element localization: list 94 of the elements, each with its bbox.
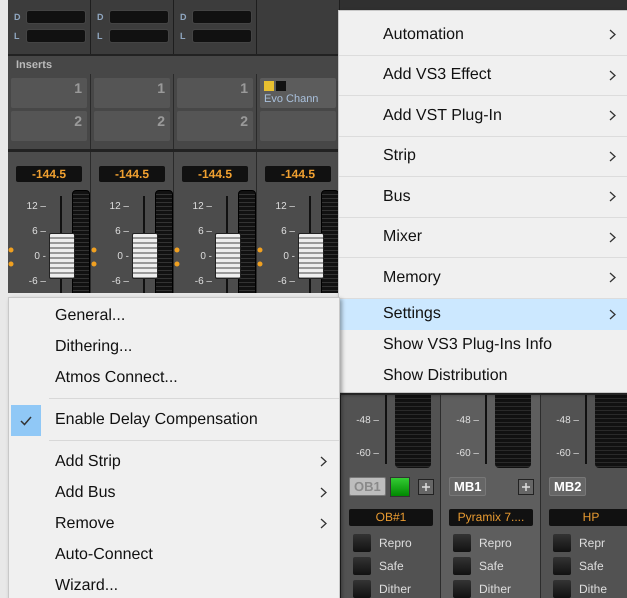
menu-item[interactable]: Enable Delay Compensation (9, 404, 339, 435)
scale-label: -6 – (194, 275, 212, 289)
scale-label: 12 – (192, 200, 212, 214)
status-indicator[interactable] (390, 476, 410, 497)
menu-item[interactable]: Dithering... (9, 331, 339, 362)
scale-label: -60 – (355, 447, 379, 461)
chevron-right-icon (609, 150, 616, 162)
chevron-right-icon (609, 308, 616, 320)
scale-label: -60 – (555, 447, 579, 461)
inserts-title: Inserts (16, 58, 52, 71)
bus-label: HP (549, 509, 627, 526)
send-label: L (97, 31, 104, 41)
plus-icon (421, 482, 431, 492)
scale-label: -48 – (555, 414, 579, 428)
scale-label: 12 – (108, 200, 129, 214)
scale-label: 0 - (199, 250, 212, 264)
menu-item[interactable]: Show VS3 Plug-Ins Info (339, 330, 627, 360)
menu-item[interactable]: Show Distribution (339, 360, 627, 392)
level-readout: -144.5 (265, 166, 331, 182)
check-icon (11, 405, 41, 436)
scale-label: 6 – (280, 225, 295, 239)
scale-label: 6 – (31, 225, 46, 239)
menu-item[interactable]: Atmos Connect... (9, 362, 339, 393)
scale-label: -6 – (276, 275, 295, 289)
toggle-button[interactable]: Dithe (549, 580, 627, 598)
menu-item[interactable]: Bus (339, 177, 627, 218)
toggle-button[interactable]: Repro (449, 534, 540, 552)
scale-label: 0 - (282, 250, 295, 264)
menu-item[interactable]: Add Bus (9, 477, 339, 508)
menu-item[interactable]: General... (9, 300, 339, 331)
chevron-right-icon (609, 232, 616, 243)
menu-item[interactable]: Strip (339, 136, 627, 177)
menu-item[interactable]: Auto-Connect (9, 539, 339, 570)
toggle-button[interactable]: Safe (449, 557, 540, 575)
fader-handle[interactable] (132, 233, 158, 279)
send-label: D (97, 12, 104, 22)
chevron-right-icon (609, 110, 616, 122)
send-label: D (180, 12, 188, 22)
chevron-right-icon (320, 456, 327, 467)
level-readout: -144.5 (99, 166, 165, 182)
chevron-right-icon (320, 487, 327, 498)
scale-label: 6 – (197, 225, 212, 239)
menu-item[interactable]: Add VST Plug-In (339, 96, 627, 136)
insert-slot[interactable]: Evo Chann (260, 78, 336, 108)
level-readout: -144.5 (16, 166, 82, 182)
toggle-button[interactable]: Dither (449, 580, 540, 598)
marker-dots-icon (91, 247, 97, 267)
level-readout: -144.5 (182, 166, 248, 182)
scale-label: 6 – (114, 225, 129, 239)
scale-label: 0 - (33, 250, 46, 264)
plus-icon (521, 482, 531, 492)
chevron-right-icon (320, 518, 327, 529)
scale-label: -48 – (455, 414, 479, 428)
chevron-right-icon (609, 29, 616, 40)
fader-handle[interactable] (215, 233, 241, 279)
send-label: L (14, 31, 20, 41)
scale-label: -6 – (110, 275, 129, 289)
toggle-button[interactable]: Safe (549, 557, 627, 575)
toggle-button[interactable]: Repro (349, 534, 440, 552)
toggle-button[interactable]: Dither (349, 580, 440, 598)
scale-label: -48 – (355, 414, 379, 428)
send-label: D (14, 12, 22, 22)
plugin-status-icon (264, 80, 286, 91)
menu-item[interactable]: Add Strip (9, 446, 339, 477)
fader-handle[interactable] (298, 233, 324, 279)
scale-label: -6 – (28, 275, 46, 289)
menu-item[interactable]: Add VS3 Effect (339, 56, 627, 96)
bus-strip[interactable]: -48 – -60 – MB1 Pyramix 7.... Repro Safe Dither (441, 395, 541, 598)
send-label: L (180, 31, 186, 41)
menu-item[interactable]: Settings (339, 298, 627, 330)
menu-item[interactable]: Automation (339, 15, 627, 56)
scale-label: -60 – (455, 447, 479, 461)
add-button[interactable] (518, 478, 534, 495)
toggle-button[interactable]: Safe (349, 557, 440, 575)
bus-label: OB#1 (349, 509, 433, 526)
chevron-right-icon (609, 191, 616, 202)
bus-label: Pyramix 7.... (449, 509, 533, 526)
scale-label: 0 - (116, 250, 129, 264)
chevron-right-icon (609, 70, 616, 81)
menu-item[interactable]: Wizard... (9, 570, 339, 598)
fader-handle[interactable] (49, 233, 75, 279)
bus-strip[interactable]: -48 – -60 – MB2 HP Repr Safe Dithe (541, 395, 627, 598)
chevron-right-icon (609, 272, 616, 284)
marker-dots-icon (8, 247, 14, 267)
scale-label: 12 – (274, 200, 295, 214)
bus-name-button[interactable]: MB1 (449, 477, 486, 496)
marker-dots-icon (257, 247, 263, 267)
toggle-button[interactable]: Repr (549, 534, 627, 552)
add-button[interactable] (418, 478, 434, 495)
bus-name-button[interactable]: MB2 (549, 477, 586, 496)
scale-label: 12 – (26, 200, 46, 214)
menu-item[interactable]: Mixer (339, 218, 627, 258)
menu-item[interactable]: Remove (9, 508, 339, 539)
marker-dots-icon (174, 247, 180, 267)
